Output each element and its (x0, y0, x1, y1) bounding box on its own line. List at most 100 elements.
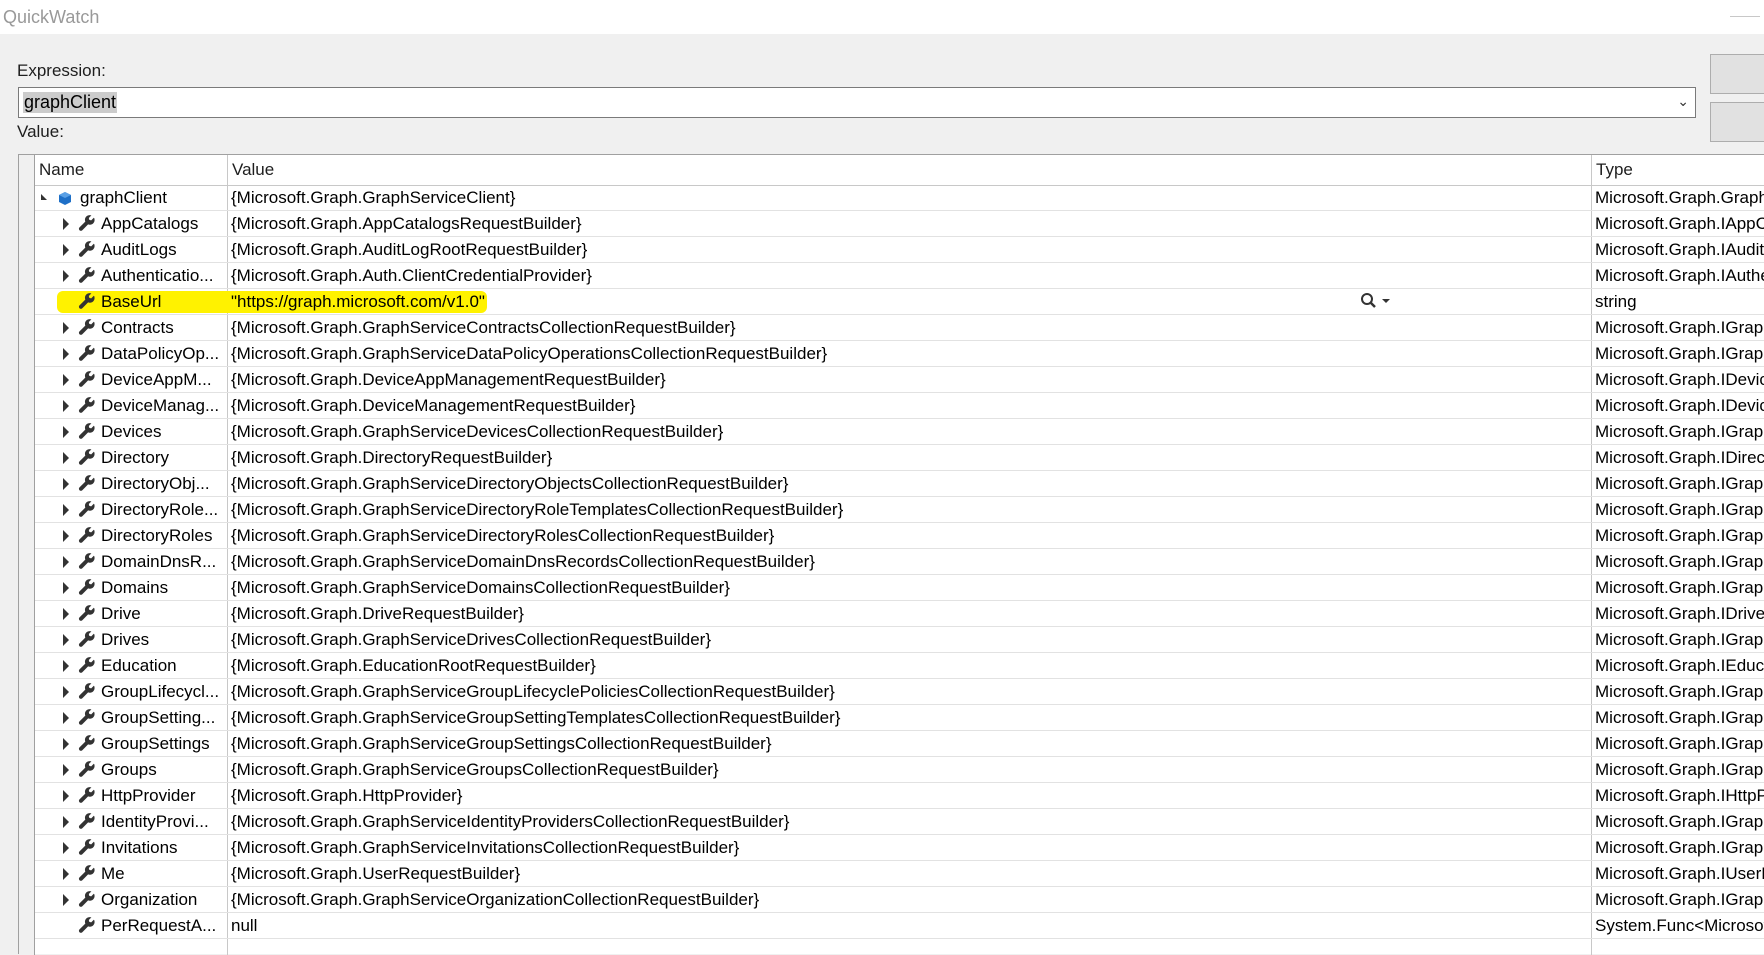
row-name: GroupSettings (101, 734, 210, 753)
expand-icon[interactable] (63, 764, 69, 776)
value-cell: {Microsoft.Graph.GraphServiceIdentityPro… (231, 812, 790, 831)
name-cell: graphClient (35, 185, 227, 210)
type-cell: Microsoft.Graph.IGraphS (1595, 552, 1764, 571)
expand-icon[interactable] (63, 530, 69, 542)
wrench-icon (78, 683, 96, 704)
table-row[interactable]: Organization {Microsoft.Graph.GraphServic… (35, 887, 1764, 913)
wrench-icon (78, 891, 96, 912)
expand-icon[interactable] (63, 374, 69, 386)
wrench-icon (78, 449, 96, 470)
expand-icon[interactable] (63, 426, 69, 438)
expand-icon[interactable] (63, 712, 69, 724)
expand-icon[interactable] (63, 218, 69, 230)
table-row[interactable]: Invitations {Microsoft.Graph.GraphService… (35, 835, 1764, 861)
table-row[interactable]: GroupSettings {Microsoft.Graph.GraphServi… (35, 731, 1764, 757)
column-header-type[interactable]: Type (1592, 155, 1764, 185)
expand-icon[interactable] (63, 660, 69, 672)
expand-icon[interactable] (63, 348, 69, 360)
value-cell: {Microsoft.Graph.EducationRootRequestBui… (231, 656, 596, 675)
value-cell: {Microsoft.Graph.GraphServiceDevicesColl… (231, 422, 724, 441)
table-row[interactable]: DirectoryRole... {Microsoft.Graph.GraphSe… (35, 497, 1764, 523)
value-cell: {Microsoft.Graph.GraphServiceDataPolicyO… (231, 344, 828, 363)
expand-icon[interactable] (63, 738, 69, 750)
name-cell: DeviceAppM... (35, 367, 227, 392)
expand-icon[interactable] (63, 452, 69, 464)
table-row[interactable]: Groups {Microsoft.Graph.GraphServiceGroup… (35, 757, 1764, 783)
row-name: AppCatalogs (101, 214, 199, 233)
expression-input[interactable]: graphClient ⌄ (18, 87, 1696, 118)
expand-icon[interactable] (63, 868, 69, 880)
name-cell: Drive (35, 601, 227, 626)
expand-icon[interactable] (63, 894, 69, 906)
grid-header: Name Value Type (35, 155, 1764, 186)
table-row[interactable]: DeviceAppM... {Microsoft.Graph.DeviceAppM… (35, 367, 1764, 393)
table-row[interactable]: GroupLifecycl... {Microsoft.Graph.GraphSe… (35, 679, 1764, 705)
table-row[interactable]: GroupSetting... {Microsoft.Graph.GraphSer… (35, 705, 1764, 731)
expand-icon[interactable] (63, 244, 69, 256)
table-row[interactable]: Drive {Microsoft.Graph.DriveRequestBuilde… (35, 601, 1764, 627)
table-row[interactable]: Me {Microsoft.Graph.UserRequestBuilder} Mi… (35, 861, 1764, 887)
close-icon[interactable] (1730, 16, 1760, 17)
row-name: Directory (101, 448, 170, 467)
type-cell: Microsoft.Graph.IEducati (1595, 656, 1764, 675)
table-row[interactable]: Contracts {Microsoft.Graph.GraphServiceCo… (35, 315, 1764, 341)
type-cell: Microsoft.Graph.IAuthen (1595, 266, 1764, 285)
expand-icon[interactable] (63, 504, 69, 516)
row-name: AuditLogs (101, 240, 177, 259)
wrench-icon (78, 761, 96, 782)
expand-icon[interactable] (63, 400, 69, 412)
expand-icon[interactable] (63, 686, 69, 698)
row-name: DataPolicyOp... (101, 344, 220, 363)
name-cell: Groups (35, 757, 227, 782)
column-header-value[interactable]: Value (228, 155, 1591, 185)
column-header-name[interactable]: Name (35, 155, 227, 185)
table-row[interactable]: Directory {Microsoft.Graph.DirectoryReque… (35, 445, 1764, 471)
expand-icon[interactable] (63, 608, 69, 620)
expression-label: Expression: (17, 61, 106, 80)
row-name: PerRequestA... (101, 916, 217, 935)
table-row[interactable]: DeviceManag... {Microsoft.Graph.DeviceMan… (35, 393, 1764, 419)
table-row[interactable]: Devices {Microsoft.Graph.GraphServiceDevi… (35, 419, 1764, 445)
row-name: Drives (101, 630, 150, 649)
table-row[interactable]: BaseUrl "https://graph.microsoft.com/v1.0… (35, 289, 1764, 315)
title-bar: QuickWatch (0, 0, 1764, 34)
chevron-down-icon[interactable]: ⌄ (1677, 93, 1689, 110)
table-row[interactable]: Education {Microsoft.Graph.EducationRootR… (35, 653, 1764, 679)
wrench-icon (78, 709, 96, 730)
value-grid: Name Value Type graphClient {Microsoft.Gr… (18, 154, 1764, 955)
name-cell: Education (35, 653, 227, 678)
table-row[interactable]: DataPolicyOp... {Microsoft.Graph.GraphSer… (35, 341, 1764, 367)
table-row[interactable]: Authenticatio... {Microsoft.Graph.Auth.Cl… (35, 263, 1764, 289)
table-row[interactable]: DirectoryRoles {Microsoft.Graph.GraphServ… (35, 523, 1764, 549)
type-cell: Microsoft.Graph.IGraphS (1595, 318, 1764, 337)
table-row[interactable]: DirectoryObj... {Microsoft.Graph.GraphSer… (35, 471, 1764, 497)
expand-icon[interactable] (63, 582, 69, 594)
expand-icon[interactable] (63, 478, 69, 490)
expand-icon[interactable] (63, 556, 69, 568)
table-row[interactable]: DomainDnsR... {Microsoft.Graph.GraphServi… (35, 549, 1764, 575)
expand-icon[interactable] (63, 816, 69, 828)
table-row[interactable]: graphClient {Microsoft.Graph.GraphService… (35, 185, 1764, 211)
name-cell: DeviceManag... (35, 393, 227, 418)
expand-icon[interactable] (63, 842, 69, 854)
expand-icon[interactable] (63, 270, 69, 282)
expand-icon[interactable] (63, 322, 69, 334)
table-row[interactable]: Domains {Microsoft.Graph.GraphServiceDoma… (35, 575, 1764, 601)
name-cell: Invitations (35, 835, 227, 860)
expand-icon[interactable] (63, 790, 69, 802)
table-row[interactable]: AppCatalogs {Microsoft.Graph.AppCatalogsR… (35, 211, 1764, 237)
table-row[interactable]: Drives {Microsoft.Graph.GraphServiceDrive… (35, 627, 1764, 653)
table-row[interactable]: PerRequestA... null System.Func<Microsoft.… (35, 913, 1764, 939)
row-name: DirectoryRole... (101, 500, 219, 519)
reevaluate-button[interactable] (1710, 54, 1764, 94)
text-visualizer-icon[interactable] (1360, 292, 1394, 315)
add-watch-button[interactable] (1710, 102, 1764, 142)
table-row[interactable]: AuditLogs {Microsoft.Graph.AuditLogRootRe… (35, 237, 1764, 263)
collapse-icon[interactable] (41, 194, 47, 200)
expand-icon[interactable] (63, 634, 69, 646)
value-cell: {Microsoft.Graph.GraphServiceGroupLifecy… (231, 682, 835, 701)
type-cell: Microsoft.Graph.IGraphS (1595, 708, 1764, 727)
table-row[interactable]: IdentityProvi... {Microsoft.Graph.GraphSe… (35, 809, 1764, 835)
table-row[interactable]: HttpProvider {Microsoft.Graph.HttpProvide… (35, 783, 1764, 809)
row-name: Me (101, 864, 125, 883)
